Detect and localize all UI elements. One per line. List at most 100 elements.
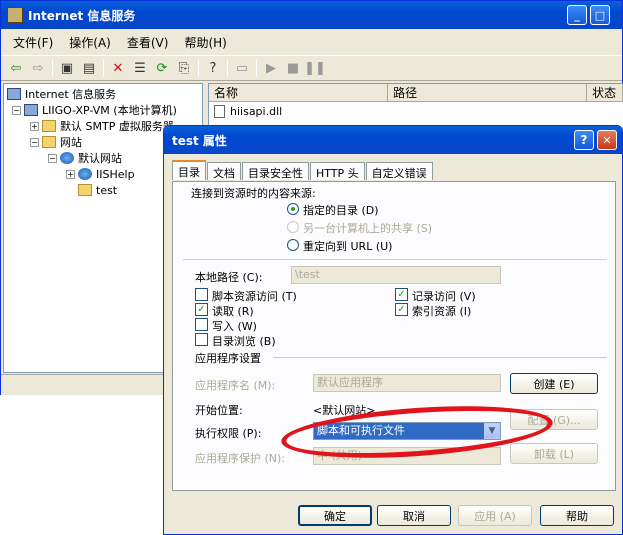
checkbox-index-label[interactable]: 索引资源 (I) (412, 303, 471, 319)
cancel-button[interactable]: 取消 (377, 505, 451, 526)
expand-icon[interactable]: + (30, 121, 39, 131)
apply-button: 应用 (A) (458, 505, 532, 526)
toolbar-separator (227, 59, 228, 77)
tab-strip: 目录 文档 目录安全性 HTTP 头 自定义错误 (172, 160, 434, 180)
iis-app-icon (7, 7, 23, 23)
checkbox-log-visits-label[interactable]: 记录访问 (V) (412, 288, 476, 304)
pause-icon[interactable]: ❚❚ (304, 58, 326, 78)
toolbar: ⇦ ⇨ ▣ ▤ ✕ ☰ ⟳ ⎘ ? ▭ ▶ ■ ❚❚ (1, 55, 622, 81)
tree-item-default-site[interactable]: − 默认网站 (48, 150, 122, 166)
create-button[interactable]: 创建 (E) (510, 373, 598, 394)
list-item[interactable]: hiisapi.dll (209, 102, 623, 121)
checkbox-script-access-label[interactable]: 脚本资源访问 (T) (212, 288, 297, 304)
list-header: 名称 路径 状态 (209, 84, 623, 102)
computer-icon[interactable]: ▭ (231, 58, 253, 78)
app-protection-label: 应用程序保护 (N): (195, 452, 286, 465)
toolbar-separator (198, 59, 199, 77)
checkbox-index[interactable]: ✓ (395, 303, 408, 316)
main-title: Internet 信息服务 (28, 8, 136, 23)
radio-local-dir-label[interactable]: 指定的目录 (D) (303, 202, 379, 218)
menu-help[interactable]: 帮助(H) (184, 34, 226, 51)
tab-directory-security[interactable]: 目录安全性 (242, 162, 309, 180)
unload-button: 卸载 (L) (510, 443, 598, 464)
menu-file[interactable]: 文件(F) (13, 34, 53, 51)
menu-view[interactable]: 查看(V) (127, 34, 169, 51)
checkbox-dir-browse-label[interactable]: 目录浏览 (B) (212, 333, 276, 349)
radio-local-dir[interactable] (287, 203, 299, 215)
expand-icon[interactable]: + (66, 169, 75, 179)
tree-label: Internet 信息服务 (25, 88, 117, 101)
checkbox-write[interactable] (195, 318, 208, 331)
globe-icon (78, 168, 92, 180)
tree-item-test[interactable]: test (78, 182, 117, 198)
checkbox-log-visits[interactable]: ✓ (395, 288, 408, 301)
checkbox-dir-browse[interactable] (195, 333, 208, 346)
tab-documents[interactable]: 文档 (207, 162, 241, 180)
app-settings-heading: 应用程序设置 (195, 352, 261, 365)
tree-label: LIIGO-XP-VM (本地计算机) (42, 104, 177, 117)
export-icon[interactable]: ⎘ (173, 58, 195, 78)
folder-icon (42, 136, 56, 148)
help-icon[interactable]: ? (202, 58, 224, 78)
radio-share-label: 另一台计算机上的共享 (S) (303, 222, 433, 235)
menu-action[interactable]: 操作(A) (69, 34, 111, 51)
tab-panel: 连接到资源时的内容来源: 指定的目录 (D) 另一台计算机上的共享 (S) 重定… (172, 181, 616, 491)
tree-item-iis[interactable]: Internet 信息服务 (7, 86, 116, 102)
tree-item-computer[interactable]: − LIIGO-XP-VM (本地计算机) (12, 102, 177, 118)
checkbox-read-label[interactable]: 读取 (R) (212, 303, 254, 319)
tree-label: test (96, 183, 118, 197)
start-position-label: 开始位置: (195, 404, 243, 417)
delete-icon[interactable]: ✕ (107, 58, 129, 78)
tab-directory[interactable]: 目录 (172, 160, 206, 180)
separator (183, 259, 607, 260)
app-name-label: 应用程序名 (M): (195, 379, 276, 392)
list-item-label: hiisapi.dll (230, 105, 283, 118)
checkbox-read[interactable]: ✓ (195, 303, 208, 316)
dll-file-icon (214, 105, 225, 118)
maximize-button[interactable]: □ (590, 5, 610, 25)
toolbar-separator (52, 59, 53, 77)
dialog-titlebar: test 属性 ? ✕ (164, 126, 622, 154)
properties-dialog: test 属性 ? ✕ 目录 文档 目录安全性 HTTP 头 自定义错误 连接到… (163, 125, 623, 535)
properties-icon[interactable]: ☰ (129, 58, 151, 78)
app-name-input[interactable]: 默认应用程序 (313, 374, 501, 392)
toolbar-separator (103, 59, 104, 77)
tree-item-smtp[interactable]: + 默认 SMTP 虚拟服务器 (30, 118, 174, 134)
help-button[interactable]: ? (574, 130, 594, 150)
tab-custom-errors[interactable]: 自定义错误 (365, 162, 433, 180)
radio-share (287, 221, 299, 233)
col-path[interactable]: 路径 (388, 84, 588, 101)
tab-http-headers[interactable]: HTTP 头 (310, 162, 365, 180)
checkbox-write-label[interactable]: 写入 (W) (212, 318, 257, 334)
help-button-bottom[interactable]: 帮助 (540, 505, 614, 526)
dialog-title: test 属性 (172, 133, 227, 148)
show-tree-icon[interactable]: ▤ (78, 58, 100, 78)
minimize-button[interactable]: _ (567, 5, 587, 25)
back-icon[interactable]: ⇦ (5, 58, 27, 78)
tree-item-websites[interactable]: − 网站 (30, 134, 82, 150)
col-name[interactable]: 名称 (209, 84, 389, 101)
source-label: 连接到资源时的内容来源: (191, 187, 316, 200)
forward-icon[interactable]: ⇨ (27, 58, 49, 78)
radio-redirect-label[interactable]: 重定向到 URL (U) (303, 238, 392, 254)
separator (273, 357, 607, 358)
tree-label: 默认 SMTP 虚拟服务器 (60, 120, 174, 133)
smtp-icon (42, 120, 56, 132)
tree-label: IISHelp (96, 167, 135, 181)
iis-icon (7, 88, 21, 100)
collapse-icon[interactable]: − (30, 137, 39, 147)
radio-redirect[interactable] (287, 239, 299, 251)
play-icon[interactable]: ▶ (260, 58, 282, 78)
up-folder-icon[interactable]: ▣ (56, 58, 78, 78)
close-button[interactable]: ✕ (597, 130, 617, 150)
col-status[interactable]: 状态 (587, 84, 623, 101)
tree-item-iishelp[interactable]: + IISHelp (66, 166, 135, 182)
tree-label: 默认网站 (78, 152, 122, 165)
refresh-icon[interactable]: ⟳ (151, 58, 173, 78)
checkbox-script-access[interactable] (195, 288, 208, 301)
stop-icon[interactable]: ■ (282, 58, 304, 78)
ok-button[interactable]: 确定 (298, 505, 372, 526)
collapse-icon[interactable]: − (12, 105, 21, 115)
collapse-icon[interactable]: − (48, 153, 57, 163)
local-path-input[interactable]: \test (291, 266, 501, 284)
